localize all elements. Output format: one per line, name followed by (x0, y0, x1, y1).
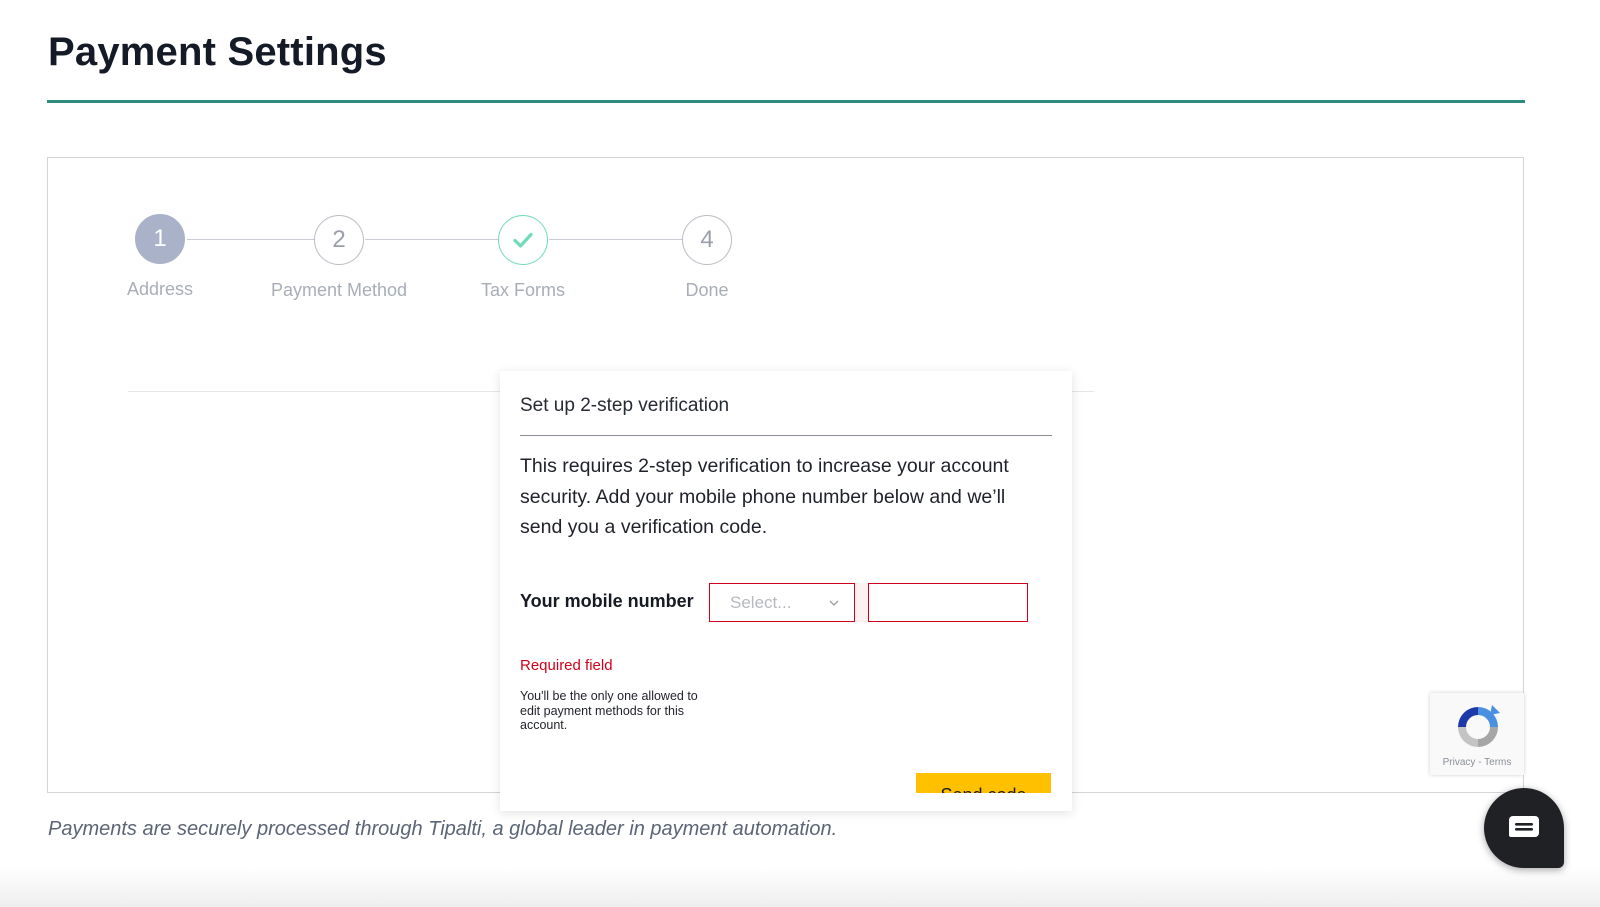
step-4-number: 4 (700, 226, 714, 253)
chat-launcher-button[interactable] (1484, 788, 1564, 868)
send-code-button[interactable]: Send code (916, 773, 1051, 793)
step-2-label: Payment Method (270, 280, 408, 300)
recaptcha-links: Privacy - Terms (1430, 757, 1524, 768)
progress-stepper: 1 Address 2 Payment Method Tax Forms 4 D… (48, 158, 1523, 358)
bottom-fade (0, 867, 1600, 907)
page-title: Payment Settings (48, 30, 387, 74)
recaptcha-privacy-link[interactable]: Privacy (1443, 757, 1476, 768)
chevron-down-icon (829, 600, 839, 606)
step-4-circle[interactable]: 4 (682, 215, 732, 265)
step-1-number: 1 (153, 225, 167, 252)
two-step-verification-dialog: Set up 2-step verification This requires… (500, 371, 1072, 811)
step-3-label: Tax Forms (480, 280, 565, 300)
chat-bubble-icon (1509, 816, 1539, 837)
title-divider (47, 100, 1525, 103)
country-code-placeholder: Select... (730, 592, 792, 612)
step-1-circle[interactable]: 1 (135, 214, 185, 264)
step-2-number: 2 (332, 226, 346, 253)
help-text: You'll be the only one allowed to edit p… (520, 689, 698, 732)
dialog-description: This requires 2-step verification to inc… (520, 455, 1009, 538)
recaptcha-terms-link[interactable]: Terms (1484, 757, 1511, 768)
step-connector (187, 239, 314, 240)
step-1-label: Address (126, 279, 194, 299)
step-2-circle[interactable]: 2 (314, 215, 364, 265)
required-field-error: Required field (520, 657, 613, 674)
recaptcha-separator: - (1478, 757, 1482, 768)
phone-number-input[interactable] (868, 583, 1028, 622)
recaptcha-logo-icon (1458, 705, 1500, 747)
recaptcha-badge[interactable]: Privacy - Terms (1430, 693, 1524, 775)
step-connector (365, 239, 498, 240)
dialog-title: Set up 2-step verification (520, 395, 730, 416)
step-connector (549, 239, 682, 240)
page: Payment Settings 1 Address 2 Payment Met… (0, 0, 1600, 907)
step-3-circle[interactable] (498, 215, 548, 265)
footer-note: Payments are securely processed through … (48, 818, 838, 840)
mobile-number-label: Your mobile number (520, 591, 694, 611)
dialog-title-divider (520, 435, 1052, 436)
select-spacer (855, 583, 868, 622)
dialog-content: Set up 2-step verification This requires… (500, 371, 1072, 793)
step-4-label: Done (685, 280, 729, 300)
check-icon (513, 232, 533, 248)
country-code-select[interactable]: Select... (709, 583, 855, 622)
